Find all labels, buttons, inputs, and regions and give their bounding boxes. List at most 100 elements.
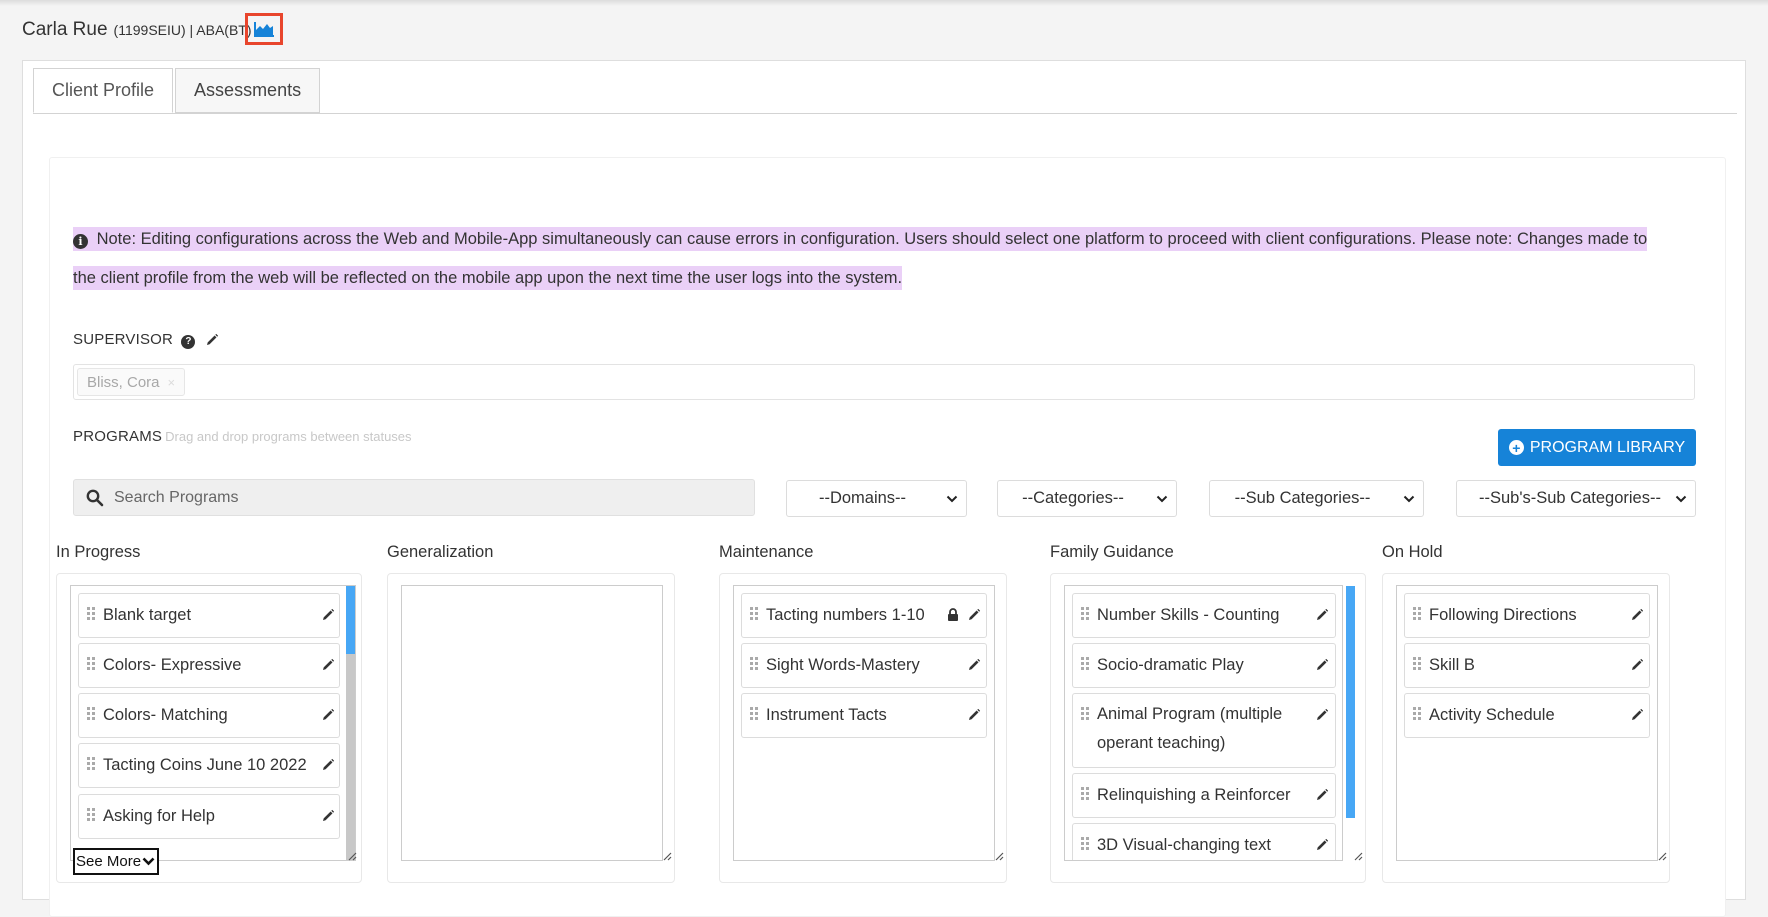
program-card[interactable]: Tacting Coins June 10 2022 — [78, 743, 340, 788]
client-header: Carla Rue (1199SEIU) | ABA(BT) — [22, 13, 283, 45]
remove-chip-icon[interactable]: × — [168, 375, 176, 390]
categories-select-value: --Categories-- — [1022, 489, 1124, 507]
area-chart-icon[interactable] — [244, 13, 283, 45]
program-card[interactable]: Skill B — [1404, 643, 1650, 688]
program-card[interactable]: Activity Schedule — [1404, 693, 1650, 738]
supervisor-chip[interactable]: Bliss, Cora × — [77, 368, 186, 396]
in-progress-list[interactable]: Blank target Colors- Expressive Colors- … — [70, 585, 356, 861]
program-card[interactable]: Tacting numbers 1-10 — [741, 593, 987, 638]
column-title-on-hold: On Hold — [1382, 543, 1443, 561]
pencil-icon[interactable] — [321, 809, 335, 823]
pencil-icon[interactable] — [1315, 838, 1329, 852]
chevron-down-icon — [1395, 495, 1423, 503]
categories-select[interactable]: --Categories-- — [997, 480, 1177, 517]
question-circle-icon[interactable]: ? — [181, 334, 196, 349]
program-name: Instrument Tacts — [766, 706, 887, 724]
program-card[interactable]: Blank target — [78, 593, 340, 638]
pencil-icon[interactable] — [1315, 708, 1329, 722]
sub-categories-select-value: --Sub Categories-- — [1234, 489, 1371, 507]
resize-handle-icon[interactable] — [347, 851, 357, 861]
generalization-list[interactable] — [401, 585, 663, 861]
search-programs[interactable] — [73, 479, 755, 516]
lock-icon — [948, 608, 958, 621]
resize-handle-icon[interactable] — [1657, 851, 1667, 861]
subs-sub-categories-select[interactable]: --Sub's-Sub Categories-- — [1456, 480, 1696, 517]
drag-handle-icon[interactable] — [87, 808, 95, 821]
on-hold-list[interactable]: Following Directions Skill B Activity Sc… — [1396, 585, 1658, 861]
pencil-icon[interactable] — [1315, 788, 1329, 802]
pencil-icon[interactable] — [321, 708, 335, 722]
pencil-icon[interactable] — [1630, 708, 1644, 722]
program-library-label: PROGRAM LIBRARY — [1529, 438, 1686, 456]
drag-handle-icon[interactable] — [1081, 837, 1089, 850]
tab-client-profile[interactable]: Client Profile — [33, 68, 174, 113]
program-name: Colors- Expressive — [103, 656, 242, 674]
pencil-icon[interactable] — [967, 708, 981, 722]
program-card[interactable]: 3D Visual-changing text — [1072, 823, 1336, 860]
drag-handle-icon[interactable] — [1413, 657, 1421, 670]
resize-handle-icon[interactable] — [1353, 851, 1363, 861]
column-title-generalization: Generalization — [387, 543, 494, 561]
pencil-icon[interactable] — [1315, 608, 1329, 622]
drag-handle-icon[interactable] — [1413, 707, 1421, 720]
pencil-icon[interactable] — [1630, 658, 1644, 672]
drag-handle-icon[interactable] — [750, 707, 758, 720]
pencil-icon[interactable] — [321, 658, 335, 672]
column-generalization — [387, 573, 675, 883]
pencil-icon[interactable] — [321, 758, 335, 772]
resize-handle-icon[interactable] — [994, 851, 1004, 861]
pencil-icon[interactable] — [967, 608, 981, 622]
program-card[interactable]: Instrument Tacts — [741, 693, 987, 738]
tab-assessments[interactable]: Assessments — [175, 68, 321, 113]
plus-circle-icon: + — [1508, 440, 1524, 455]
see-more-button[interactable]: See More — [73, 848, 160, 875]
drag-handle-icon[interactable] — [750, 657, 758, 670]
program-card[interactable]: Colors- Expressive — [78, 643, 340, 688]
sub-categories-select[interactable]: --Sub Categories-- — [1209, 480, 1424, 517]
family-guidance-list[interactable]: Number Skills - Counting Socio-dramatic … — [1064, 585, 1343, 861]
pencil-icon[interactable] — [967, 658, 981, 672]
program-card[interactable]: Socio-dramatic Play — [1072, 643, 1336, 688]
drag-handle-icon[interactable] — [1081, 657, 1089, 670]
programs-label-row: PROGRAMS Drag and drop programs between s… — [73, 428, 412, 445]
client-name: Carla Rue — [22, 19, 108, 40]
drag-handle-icon[interactable] — [87, 657, 95, 670]
drag-handle-icon[interactable] — [1081, 787, 1089, 800]
config-note: i Note: Editing configurations across th… — [73, 220, 1673, 298]
scrollbar[interactable] — [346, 586, 355, 860]
drag-handle-icon[interactable] — [1081, 707, 1089, 720]
drag-handle-icon[interactable] — [1413, 607, 1421, 620]
pencil-icon[interactable] — [205, 333, 219, 347]
pencil-icon[interactable] — [1315, 658, 1329, 672]
drag-handle-icon[interactable] — [750, 607, 758, 620]
pencil-icon[interactable] — [321, 608, 335, 622]
drag-handle-icon[interactable] — [87, 607, 95, 620]
program-card[interactable]: Colors- Matching — [78, 693, 340, 738]
maintenance-list[interactable]: Tacting numbers 1-10 Sight Words-Mastery… — [733, 585, 995, 861]
chevron-down-icon — [1148, 495, 1176, 503]
scrollbar[interactable] — [1346, 586, 1355, 850]
program-library-button[interactable]: + PROGRAM LIBRARY — [1498, 429, 1696, 466]
search-input[interactable] — [112, 487, 712, 508]
program-card[interactable]: Following Directions — [1404, 593, 1650, 638]
domains-select[interactable]: --Domains-- — [786, 480, 967, 517]
program-card[interactable]: Animal Program (multiple operant teachin… — [1072, 693, 1336, 768]
client-meta: (1199SEIU) | ABA(BT) — [113, 22, 252, 38]
program-card[interactable]: Number Skills - Counting — [1072, 593, 1336, 638]
program-name: Relinquishing a Reinforcer — [1097, 786, 1291, 804]
program-card[interactable]: Sight Words-Mastery — [741, 643, 987, 688]
column-in-progress: Blank target Colors- Expressive Colors- … — [56, 573, 362, 883]
program-name: Following Directions — [1429, 606, 1577, 624]
program-card[interactable]: Relinquishing a Reinforcer — [1072, 773, 1336, 818]
chevron-down-icon — [142, 857, 155, 866]
program-card[interactable]: Asking for Help — [78, 794, 340, 839]
program-name: Blank target — [103, 606, 192, 624]
drag-handle-icon[interactable] — [87, 757, 95, 770]
drag-handle-icon[interactable] — [1081, 607, 1089, 620]
pencil-icon[interactable] — [1630, 608, 1644, 622]
drag-handle-icon[interactable] — [87, 707, 95, 720]
resize-handle-icon[interactable] — [662, 851, 672, 861]
scrollbar-thumb[interactable] — [346, 586, 355, 654]
supervisor-field[interactable]: Bliss, Cora × — [73, 364, 1695, 400]
scrollbar-thumb[interactable] — [1346, 586, 1355, 818]
